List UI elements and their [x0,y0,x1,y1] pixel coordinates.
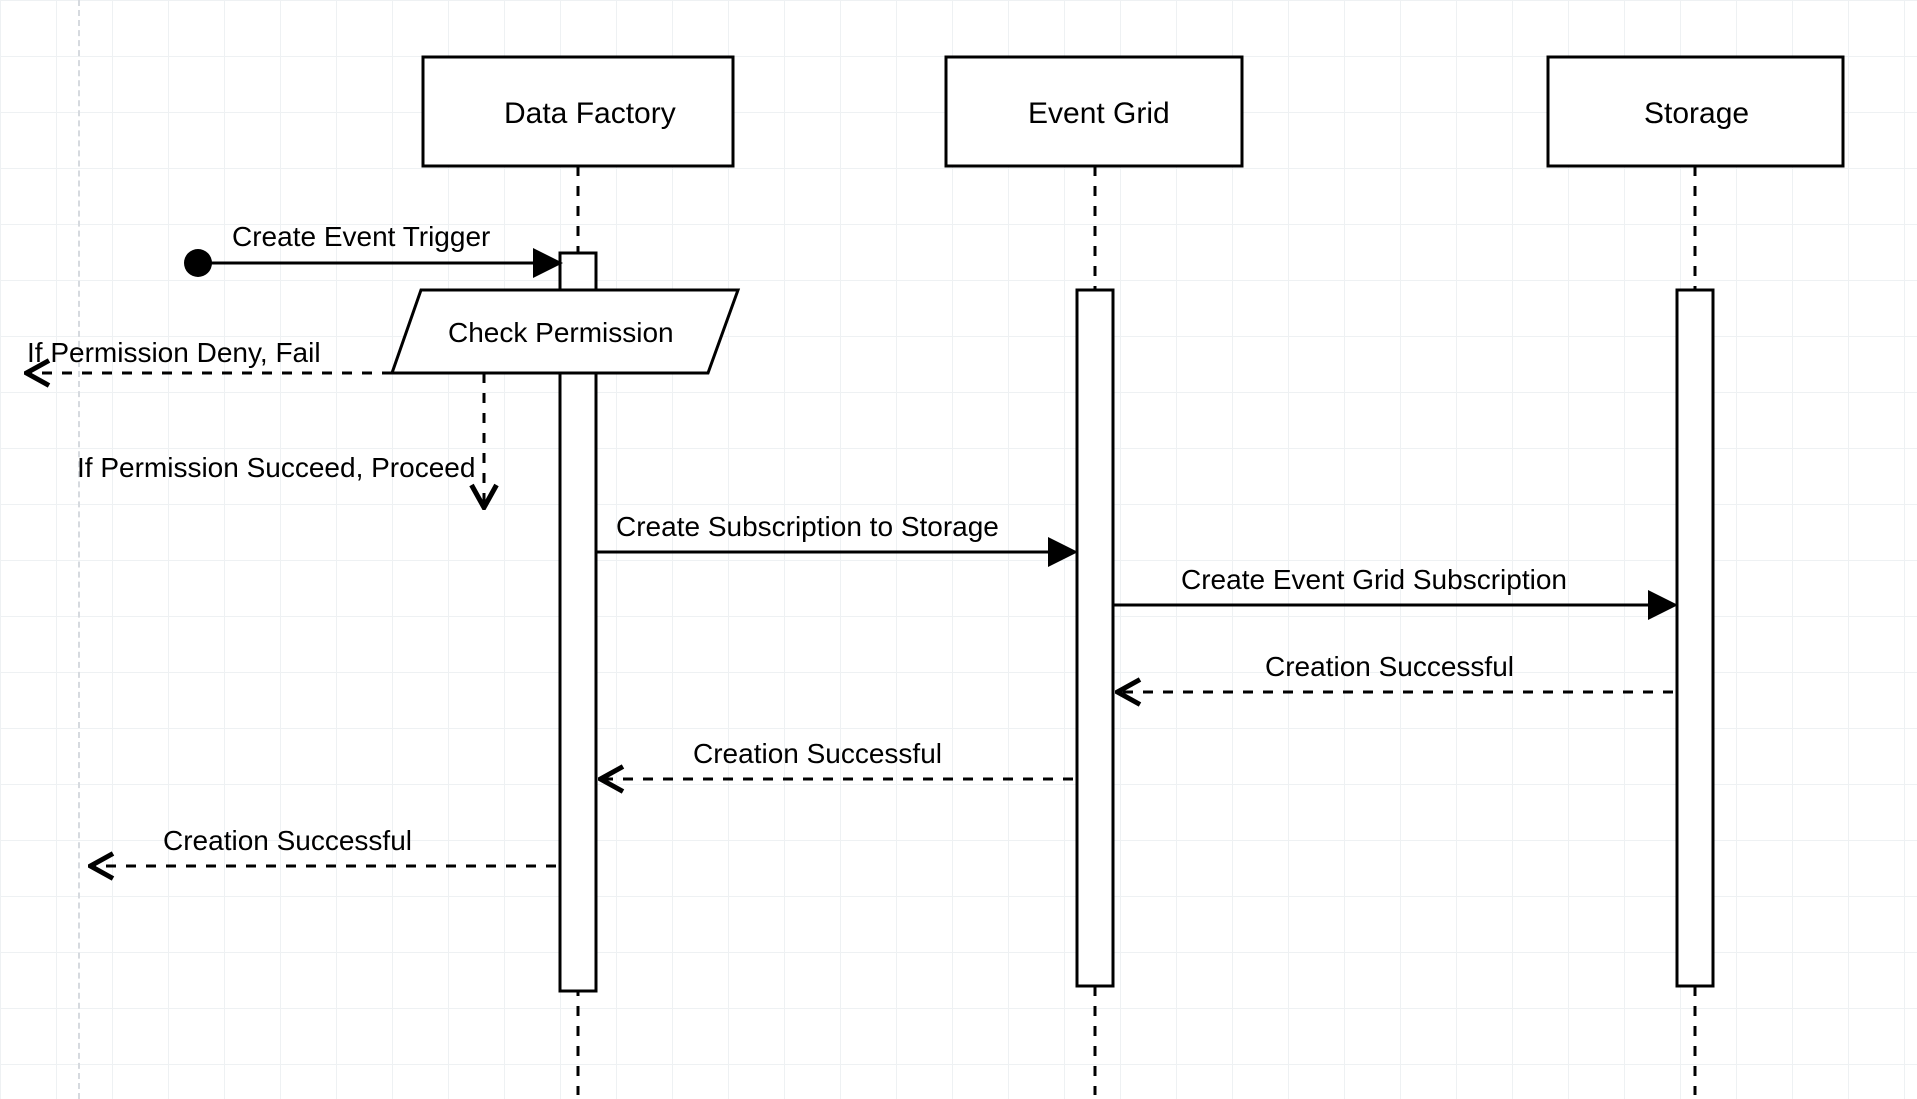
participant-event-grid-label: Event Grid [1028,99,1170,129]
activation-event-grid [1077,290,1113,986]
msg-success-df-caller-label: Creation Successful [163,827,412,855]
msg-perm-succeed-label: If Permission Succeed, Proceed [77,454,475,482]
msg-create-eg-subscription-label: Create Event Grid Subscription [1181,566,1567,594]
activation-storage [1677,290,1713,986]
msg-perm-deny-label: If Permission Deny, Fail [27,339,321,367]
msg-success-sg-eg-label: Creation Successful [1265,653,1514,681]
msg-success-eg-df-label: Creation Successful [693,740,942,768]
process-check-permission-label: Check Permission [448,319,674,347]
participant-data-factory-label: Data Factory [504,99,676,129]
participant-storage-label: Storage [1644,99,1749,129]
msg-create-subscription-label: Create Subscription to Storage [616,513,999,541]
diagram-canvas [0,0,1917,1099]
msg-create-event-trigger-label: Create Event Trigger [232,223,490,251]
